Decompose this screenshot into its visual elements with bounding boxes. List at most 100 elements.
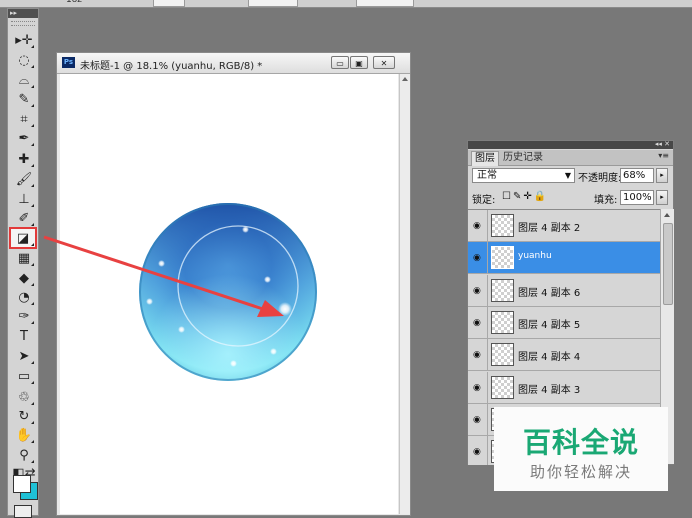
3d-orbit-tool-button[interactable]: ↻	[13, 407, 35, 425]
document-title-bar[interactable]: Ps 未标题-1 @ 18.1% (yuanhu, RGB/8) * ▭ ▣ ✕	[57, 53, 410, 74]
fill-slider-button[interactable]: ▸	[656, 190, 668, 205]
opacity-input[interactable]: 68%	[620, 168, 654, 183]
panel-collapse-close[interactable]: ◂◂ ✕	[655, 140, 670, 148]
gradient-tool-button[interactable]: ▦	[13, 249, 35, 267]
options-field[interactable]	[248, 0, 298, 7]
stamp-tool-button[interactable]: ⊥	[13, 190, 35, 208]
minimize-button[interactable]: ▭	[331, 56, 349, 69]
submenu-indicator-icon	[31, 283, 34, 286]
type-tool-button[interactable]: T	[13, 327, 35, 345]
eraser-tool-button[interactable]: ◪	[9, 227, 37, 249]
layer-visibility-toggle[interactable]: ◉	[468, 436, 488, 465]
maximize-button[interactable]: ▣	[350, 56, 368, 69]
shape-tool-button[interactable]: ▭	[13, 367, 35, 385]
layer-row[interactable]: ◉ 图层 4 副本 2	[468, 210, 660, 242]
options-field[interactable]	[356, 0, 414, 7]
layer-row[interactable]: ◉ 图层 4 副本 5	[468, 306, 660, 339]
layer-row[interactable]: ◉ yuanhu	[468, 242, 660, 275]
lasso-tool-button[interactable]: ⌓	[13, 71, 35, 89]
zoom-tool-button[interactable]: ⚲	[13, 446, 35, 464]
layer-name: 图层 4 副本 5	[518, 319, 581, 331]
chevron-down-icon: ▼	[564, 171, 571, 180]
crop-tool-button[interactable]: ⌗	[13, 110, 35, 128]
quick-mask-icon[interactable]	[14, 505, 32, 518]
eye-icon: ◉	[473, 447, 481, 458]
marquee-tool-button[interactable]: ◌	[13, 51, 35, 69]
scroll-up-icon[interactable]	[402, 77, 408, 81]
color-swatches	[11, 473, 39, 501]
stamp-tool-icon: ⊥	[18, 191, 30, 207]
layer-visibility-toggle[interactable]: ◉	[468, 339, 488, 371]
blur-tool-button[interactable]: ◆	[13, 269, 35, 287]
scrollbar-thumb[interactable]	[663, 223, 673, 305]
submenu-indicator-icon	[31, 361, 34, 364]
layer-name: yuanhu	[518, 251, 552, 262]
eyedropper-tool-button[interactable]: ✒	[13, 129, 35, 147]
history-brush-tool-button[interactable]: ✐	[13, 209, 35, 227]
options-field[interactable]	[153, 0, 185, 7]
submenu-indicator-icon	[31, 402, 34, 405]
layer-thumbnail	[491, 375, 514, 399]
fill-input[interactable]: 100%	[620, 190, 654, 205]
panel-menu-icon[interactable]: ▾≡	[658, 151, 669, 160]
panel-tabs: 图层 历史记录 ▾≡	[468, 150, 673, 166]
layer-row[interactable]: ◉ 图层 4 副本 6	[468, 274, 660, 307]
layer-row[interactable]: ◉ 图层 4 副本 3	[468, 371, 660, 404]
quick-select-tool-icon: ✎	[18, 91, 30, 107]
opacity-slider-button[interactable]: ▸	[656, 168, 668, 183]
submenu-indicator-icon	[31, 263, 34, 266]
scroll-up-icon[interactable]	[664, 213, 670, 217]
toolbox-divider	[11, 21, 35, 26]
submenu-indicator-icon	[31, 45, 34, 48]
panel-header[interactable]: ◂◂ ✕	[468, 140, 673, 149]
quick-select-tool-button[interactable]: ✎	[13, 90, 35, 108]
layer-name: 图层 4 副本 4	[518, 352, 581, 364]
document-canvas[interactable]	[60, 74, 398, 514]
layer-name: 图层 4 副本 3	[518, 384, 581, 396]
crop-tool-icon: ⌗	[20, 111, 28, 127]
layer-visibility-toggle[interactable]: ◉	[468, 306, 488, 338]
layer-visibility-toggle[interactable]: ◉	[468, 210, 488, 241]
watermark: 百科全说 助你轻松解决	[494, 407, 668, 491]
hand-tool-button[interactable]: ✋	[13, 426, 35, 444]
3d-orbit-tool-icon: ↻	[18, 408, 30, 424]
3d-rotate-tool-icon: ♲	[18, 389, 30, 405]
3d-rotate-tool-button[interactable]: ♲	[13, 388, 35, 406]
submenu-indicator-icon	[31, 204, 34, 207]
pen-tool-button[interactable]: ✑	[13, 307, 35, 325]
foreground-color-swatch[interactable]	[13, 475, 31, 493]
dodge-tool-icon: ◔	[18, 289, 30, 305]
brush-tool-button[interactable]: 🖌	[13, 170, 35, 188]
pen-tool-icon: ✑	[18, 308, 30, 324]
blend-mode-select[interactable]: 正常 ▼	[472, 168, 575, 183]
document-vertical-scrollbar[interactable]	[399, 74, 410, 514]
history-brush-tool-icon: ✐	[18, 210, 30, 226]
submenu-indicator-icon	[31, 65, 34, 68]
fill-label: 填充:	[594, 195, 618, 206]
layer-visibility-toggle[interactable]: ◉	[468, 403, 488, 435]
healing-brush-tool-icon: ✚	[18, 151, 30, 167]
toolbox-grip[interactable]: ▸▸	[8, 9, 38, 18]
zoom-tool-icon: ⚲	[19, 447, 29, 463]
tab-layers[interactable]: 图层	[471, 151, 499, 166]
eye-icon: ◉	[473, 221, 481, 231]
lock-icons[interactable]: ☐✎✛🔒	[502, 191, 548, 202]
path-select-tool-button[interactable]: ➤	[13, 347, 35, 365]
close-button[interactable]: ✕	[373, 56, 395, 69]
layer-row[interactable]: ◉ 图层 4 副本 4	[468, 339, 660, 372]
tab-history[interactable]: 历史记录	[500, 151, 546, 165]
layer-thumbnail	[491, 343, 514, 367]
layer-thumbnail	[491, 214, 514, 237]
submenu-indicator-icon	[31, 302, 34, 305]
healing-brush-tool-button[interactable]: ✚	[13, 150, 35, 168]
move-tool-button[interactable]: ▸✛	[13, 31, 35, 49]
layer-visibility-toggle[interactable]: ◉	[468, 274, 488, 306]
submenu-indicator-icon	[31, 164, 34, 167]
layer-visibility-toggle[interactable]: ◉	[468, 242, 488, 274]
dodge-tool-button[interactable]: ◔	[13, 288, 35, 306]
submenu-indicator-icon	[31, 440, 34, 443]
shape-tool-icon: ▭	[17, 368, 31, 384]
layer-visibility-toggle[interactable]: ◉	[468, 371, 488, 403]
submenu-indicator-icon	[31, 421, 34, 424]
toolbox-panel: ▸▸ ▸✛ ◌ ⌓ ✎ ⌗ ✒ ✚ 🖌 ⊥ ✐ ◪ ▦ ◆ ◔ ✑ T ➤ ▭ ♲ ↻ ✋ ⚲ ◧⇄	[7, 8, 39, 518]
